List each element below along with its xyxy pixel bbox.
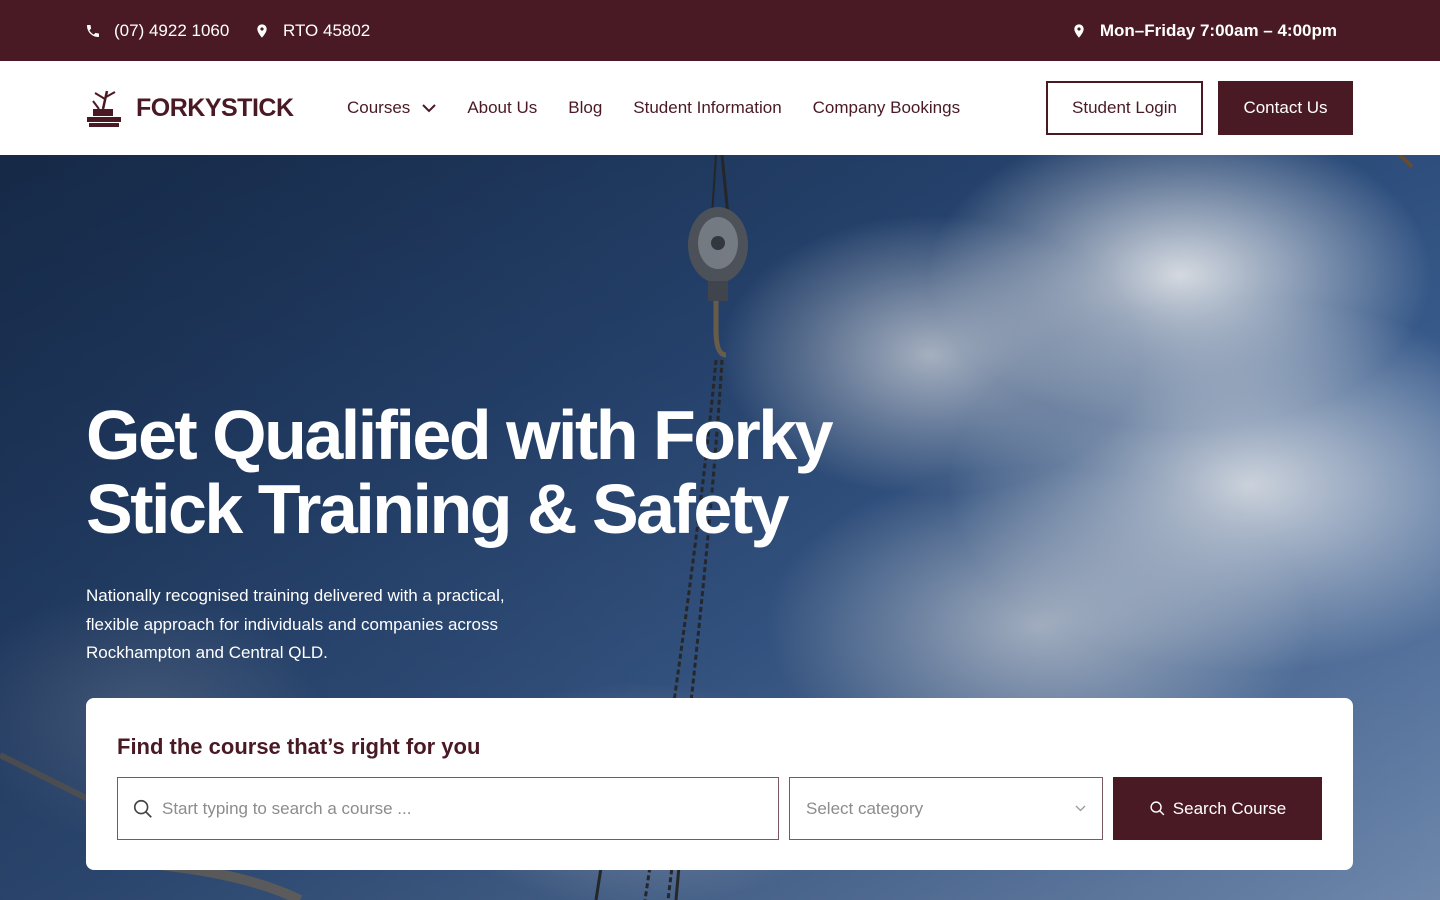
chevron-down-icon bbox=[422, 103, 437, 112]
forklift-logo-icon bbox=[87, 90, 121, 127]
nav-blog[interactable]: Blog bbox=[568, 98, 602, 118]
phone-info[interactable]: (07) 4922 1060 bbox=[85, 0, 229, 61]
category-select-value: Select category bbox=[806, 798, 924, 818]
hero-section: Get Qualified with Forky Stick Training … bbox=[0, 155, 1440, 900]
nav-courses[interactable]: Courses bbox=[347, 98, 437, 118]
contact-us-button[interactable]: Contact Us bbox=[1218, 81, 1353, 135]
student-login-button[interactable]: Student Login bbox=[1046, 81, 1203, 135]
category-select[interactable]: Select category bbox=[789, 777, 1103, 840]
phone-icon bbox=[87, 24, 99, 37]
course-search-card: Find the course that’s right for you Sel… bbox=[86, 698, 1353, 870]
site-header: FORKYSTICK Courses About Us Blog Student… bbox=[0, 61, 1440, 155]
logo[interactable]: FORKYSTICK bbox=[85, 87, 294, 129]
search-icon bbox=[1150, 801, 1165, 816]
phone-number: (07) 4922 1060 bbox=[114, 20, 230, 40]
hero-subtitle: Nationally recognised training delivered… bbox=[86, 586, 505, 662]
nav-student-information[interactable]: Student Information bbox=[633, 98, 781, 118]
search-course-label: Search Course bbox=[1172, 798, 1287, 818]
nav-courses-label: Courses bbox=[347, 98, 411, 117]
search-icon bbox=[133, 799, 152, 818]
chevron-down-icon bbox=[1075, 805, 1086, 812]
hero-title-line-1: Get Qualified with Forky bbox=[86, 396, 834, 474]
course-search-field[interactable] bbox=[117, 777, 779, 840]
opening-hours: Mon–Friday 7:00am – 4:00pm bbox=[1071, 0, 1337, 61]
rto-number: RTO 45802 bbox=[283, 20, 371, 40]
course-search-input[interactable] bbox=[162, 798, 762, 819]
search-card-title: Find the course that’s right for you bbox=[117, 734, 481, 759]
map-pin-icon bbox=[257, 23, 267, 38]
search-course-button[interactable]: Search Course bbox=[1113, 777, 1322, 840]
nav-company-bookings[interactable]: Company Bookings bbox=[813, 98, 960, 118]
hours-text: Mon–Friday 7:00am – 4:00pm bbox=[1099, 20, 1337, 40]
map-pin-icon bbox=[1074, 23, 1084, 38]
hero-title: Get Qualified with Forky Stick Training … bbox=[86, 398, 906, 546]
top-bar: (07) 4922 1060 RTO 45802 Mon–Friday 7:00… bbox=[0, 0, 1440, 61]
hero-title-line-2: Stick Training & Safety bbox=[86, 470, 790, 548]
nav-about-us[interactable]: About Us bbox=[467, 98, 537, 118]
main-nav: Courses About Us Blog Student Informatio… bbox=[347, 61, 960, 155]
logo-text: FORKYSTICK bbox=[136, 93, 294, 122]
rto-info: RTO 45802 bbox=[254, 0, 370, 61]
